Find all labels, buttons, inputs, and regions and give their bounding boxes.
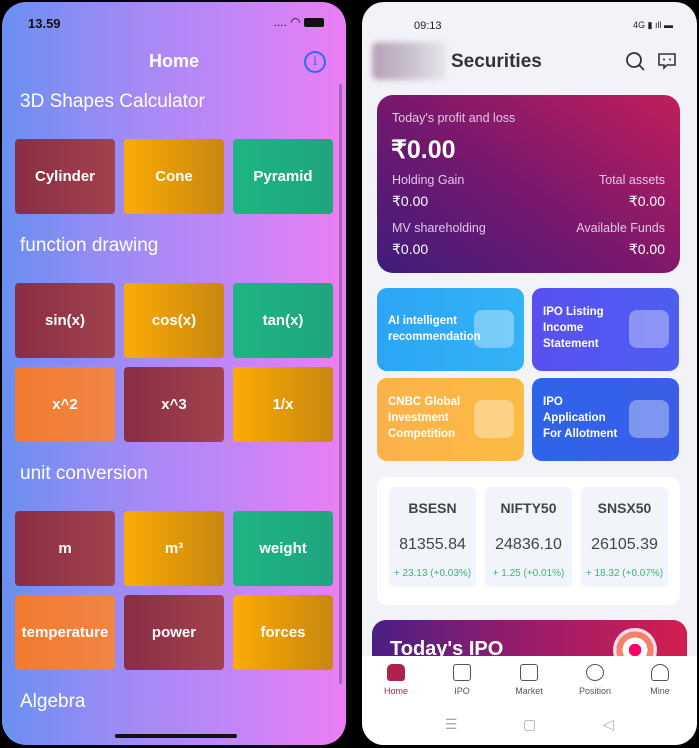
chart-icon [520,664,538,681]
index-change: + 1.25 (+0.01%) [492,568,565,579]
back-button[interactable]: ◁ [603,716,614,733]
profit-loss-card[interactable]: Today's profit and loss ₹0.00 Holding Ga… [377,95,680,273]
status-time: 09:13 [414,20,442,32]
index-card[interactable]: NIFTY50 24836.10 + 1.25 (+0.01%) [485,487,572,587]
tile-reciprocal[interactable]: 1/x [233,367,333,442]
section-title: unit conversion [20,463,148,484]
home-icon [387,664,405,681]
feature-ipo-listing[interactable]: IPO Listing Income Statement [532,288,679,371]
funds-value: ₹0.00 [628,241,665,257]
nav-market[interactable]: Market [499,664,559,696]
tile-temperature[interactable]: temperature [15,595,115,670]
status-icons: .... ◠ [273,15,324,29]
pie-chart-icon [586,664,604,681]
total-assets-label: Total assets [598,173,665,187]
index-price: 24836.10 [495,536,562,553]
section-title: function drawing [20,235,159,256]
holding-gain-label: Holding Gain [392,173,465,187]
status-time: 13.59 [28,16,61,31]
section-title: Algebra [20,691,86,712]
tile-cubic-meter[interactable]: m³ [124,511,224,586]
signal-icon: .... [273,15,287,29]
home-button[interactable]: ▢ [523,716,536,733]
nav-label: Market [515,686,543,696]
nav-position[interactable]: Position [565,664,625,696]
index-card[interactable]: SNSX50 26105.39 + 18.32 (+0.07%) [581,487,668,587]
holding-gain-value: ₹0.00 [392,193,429,209]
tile-pyramid[interactable]: Pyramid [233,139,333,214]
nav-mine[interactable]: Mine [630,664,690,696]
calculator-app-screen: 13.59 .... ◠ Home i 3D Shapes Calculator… [2,2,346,745]
nav-home[interactable]: Home [366,664,426,696]
tile-forces[interactable]: forces [233,595,333,670]
search-icon[interactable] [625,51,645,71]
menu-button[interactable]: ☰ [445,716,458,733]
page-title: Home [148,51,199,71]
wifi-icon: ◠ [290,15,301,29]
ipo-icon [453,664,471,681]
nav-ipo[interactable]: IPO [432,664,492,696]
info-icon[interactable]: i [304,51,326,73]
index-card[interactable]: BSESN 81355.84 + 23.13 (+0.03%) [389,487,476,587]
scrollbar[interactable] [339,84,342,684]
user-icon [651,664,669,681]
monitor-icon [629,400,669,438]
laptop-icon [474,310,514,348]
securities-app-screen: 09:13 4G ▮ ıll ▬ Securities Today's prof… [362,2,697,745]
tile-cylinder[interactable]: Cylinder [15,139,115,214]
app-title: Securities [451,51,542,72]
robot-icon [474,400,514,438]
feature-ai-recommendation[interactable]: AI intelligent recommendation [377,288,524,371]
tile-sin[interactable]: sin(x) [15,283,115,358]
index-change: + 18.32 (+0.07%) [585,568,664,579]
feature-cnbc-competition[interactable]: CNBC Global Investment Competition [377,378,524,461]
mv-label: MV shareholding [392,221,486,235]
pl-amount: ₹0.00 [391,136,456,164]
status-icons: 4G ▮ ıll ▬ [633,20,673,30]
nav-label: Mine [650,686,670,696]
bottom-nav: Home IPO Market Position Mine ☰ ▢ ◁ [362,656,697,745]
mv-value: ₹0.00 [392,241,429,257]
message-icon[interactable] [657,51,677,71]
tile-meter[interactable]: m [15,511,115,586]
index-name: BSESN [408,500,457,516]
tile-tan[interactable]: tan(x) [233,283,333,358]
tile-weight[interactable]: weight [233,511,333,586]
tile-power[interactable]: power [124,595,224,670]
tile-cos[interactable]: cos(x) [124,283,224,358]
total-assets-value: ₹0.00 [628,193,665,209]
index-name: SNSX50 [597,500,652,516]
tile-x-squared[interactable]: x^2 [15,367,115,442]
section-title: 3D Shapes Calculator [20,91,205,112]
index-price: 26105.39 [591,536,658,553]
pl-title: Today's profit and loss [392,111,516,125]
bar-chart-icon [629,310,669,348]
battery-icon [304,18,324,28]
index-name: NIFTY50 [500,500,557,516]
index-change: + 23.13 (+0.03%) [393,568,472,579]
nav-label: Position [578,686,612,696]
funds-label: Available Funds [576,221,665,235]
home-indicator[interactable] [115,734,237,738]
index-price: 81355.84 [399,536,466,553]
nav-label: Home [383,686,408,696]
nav-label: IPO [454,686,470,696]
blurred-logo [372,42,446,80]
feature-ipo-application[interactable]: IPO Application For Allotment [532,378,679,461]
market-indices-panel: BSESN 81355.84 + 23.13 (+0.03%) NIFTY50 … [377,477,680,605]
tile-cone[interactable]: Cone [124,139,224,214]
tile-x-cubed[interactable]: x^3 [124,367,224,442]
